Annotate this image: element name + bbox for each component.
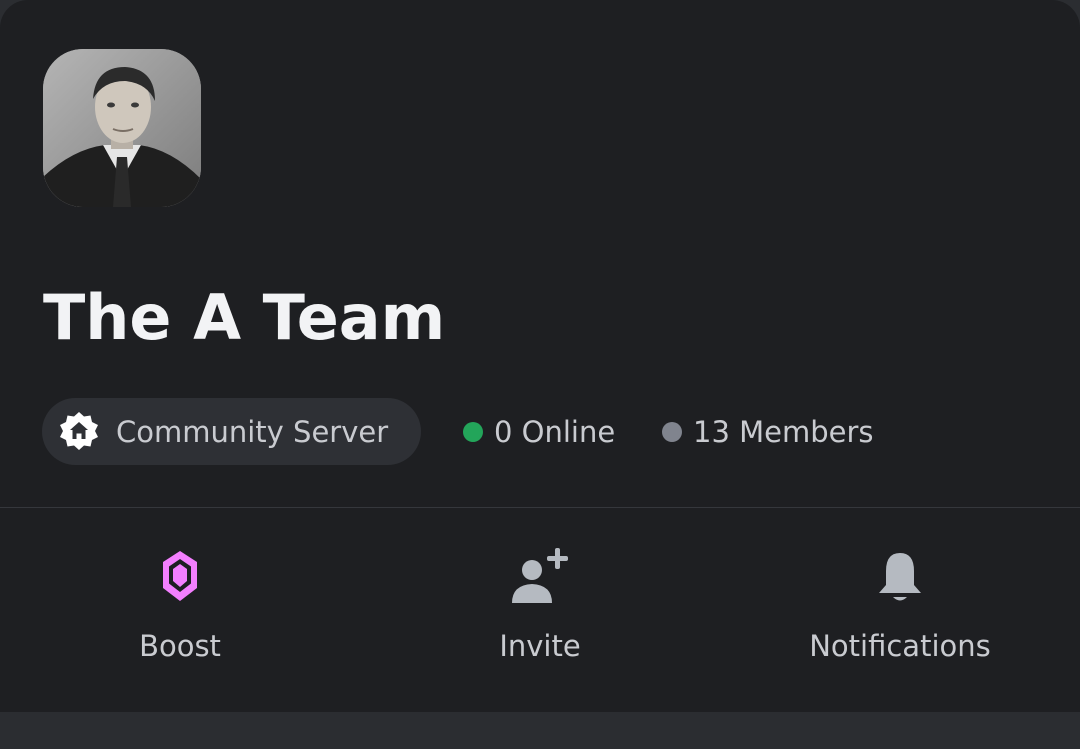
- server-name: The A Team: [43, 281, 446, 354]
- online-status-dot: [463, 422, 483, 442]
- server-type-label: Community Server: [116, 414, 389, 449]
- online-count-label: 0 Online: [494, 415, 616, 449]
- portrait-image: [43, 49, 201, 207]
- boost-label: Boost: [139, 629, 221, 663]
- invite-label: Invite: [499, 629, 581, 663]
- boost-gem-icon: [163, 551, 197, 601]
- online-count: 0 Online: [463, 410, 615, 454]
- notifications-button[interactable]: Notifications: [770, 545, 1030, 685]
- bottom-panel-edge: [0, 712, 1080, 749]
- member-count: 13 Members: [662, 410, 874, 454]
- server-avatar[interactable]: [43, 49, 201, 207]
- member-count-label: 13 Members: [693, 415, 874, 449]
- community-server-badge[interactable]: Community Server: [42, 398, 421, 465]
- notifications-label: Notifications: [809, 629, 991, 663]
- community-home-icon: [60, 411, 98, 450]
- invite-button[interactable]: Invite: [410, 545, 670, 685]
- members-status-dot: [662, 422, 682, 442]
- bell-icon: [879, 553, 921, 601]
- boost-button[interactable]: Boost: [50, 545, 310, 685]
- server-info-sheet: The A Team Community Server 0 Online 13 …: [0, 0, 1080, 712]
- divider: [0, 507, 1080, 508]
- add-user-icon: [512, 548, 568, 603]
